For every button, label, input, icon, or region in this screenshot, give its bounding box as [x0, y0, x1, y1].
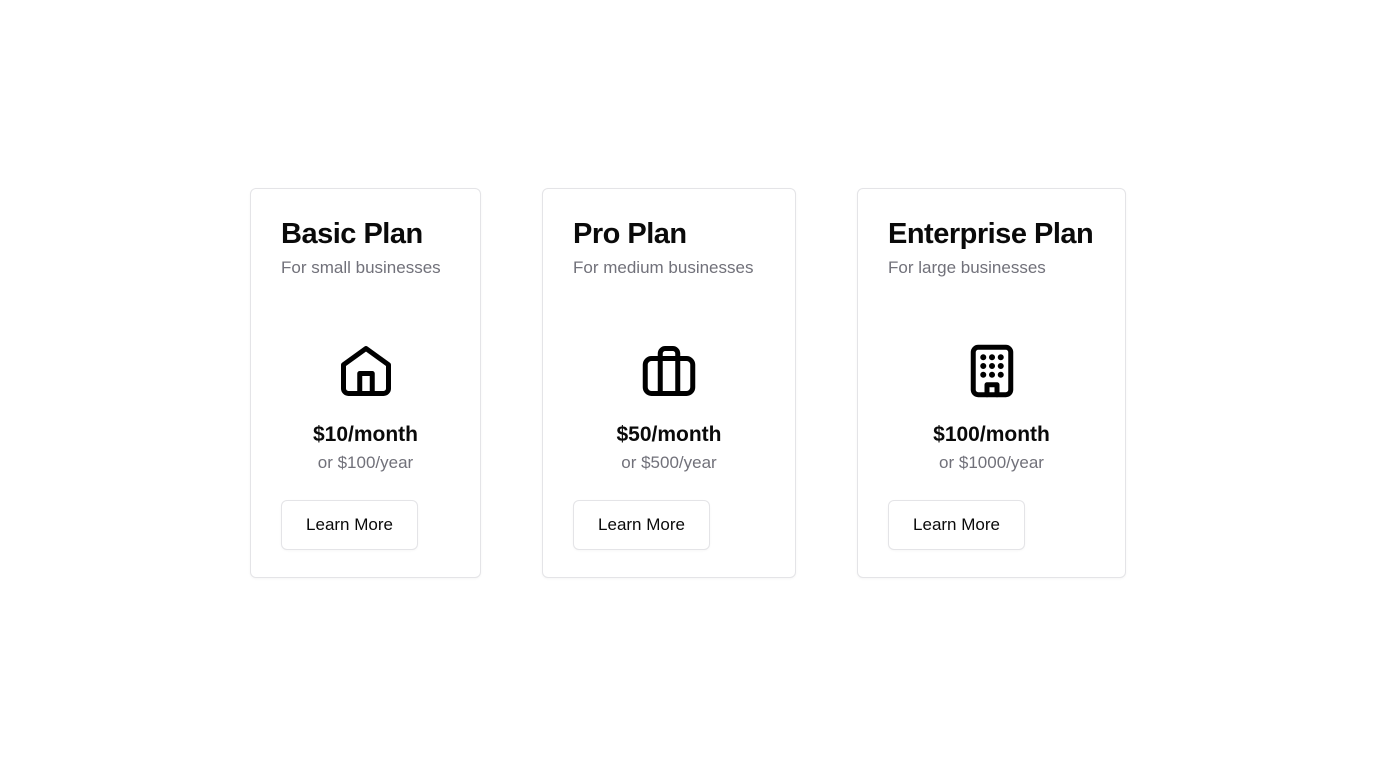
card-content: $100/month or $1000/year — [858, 341, 1125, 474]
card-header: Enterprise Plan For large businesses — [888, 217, 1109, 279]
learn-more-button-enterprise[interactable]: Learn More — [888, 500, 1025, 550]
card-header: Basic Plan For small businesses — [281, 217, 464, 279]
plan-title: Enterprise Plan — [888, 218, 1094, 250]
pricing-card-basic: Basic Plan For small businesses $10/mont… — [250, 188, 481, 578]
price-monthly: $10/month — [312, 423, 419, 446]
card-content: $10/month or $100/year — [251, 341, 480, 474]
card-footer: Learn More — [573, 500, 710, 550]
card-footer: Learn More — [281, 500, 418, 550]
card-header: Pro Plan For medium businesses — [573, 217, 779, 279]
plan-description: For medium businesses — [573, 258, 754, 277]
plan-title: Pro Plan — [573, 218, 687, 250]
price-yearly: or $500/year — [621, 453, 717, 472]
pricing-card-pro: Pro Plan For medium businesses $50/month… — [542, 188, 796, 578]
plan-title: Basic Plan — [281, 218, 423, 250]
plan-description: For small businesses — [281, 258, 441, 277]
price-yearly: or $1000/year — [939, 453, 1044, 472]
briefcase-icon — [639, 341, 699, 401]
pricing-card-enterprise: Enterprise Plan For large businesses $10… — [857, 188, 1126, 578]
price-monthly: $100/month — [933, 423, 1050, 446]
price-monthly: $50/month — [616, 423, 722, 446]
card-content: $50/month or $500/year — [543, 341, 795, 474]
card-footer: Learn More — [888, 500, 1025, 550]
learn-more-button-basic[interactable]: Learn More — [281, 500, 418, 550]
plan-description: For large businesses — [888, 258, 1046, 277]
building-icon — [962, 341, 1022, 401]
learn-more-button-pro[interactable]: Learn More — [573, 500, 710, 550]
home-icon — [336, 341, 396, 401]
price-yearly: or $100/year — [317, 453, 414, 472]
